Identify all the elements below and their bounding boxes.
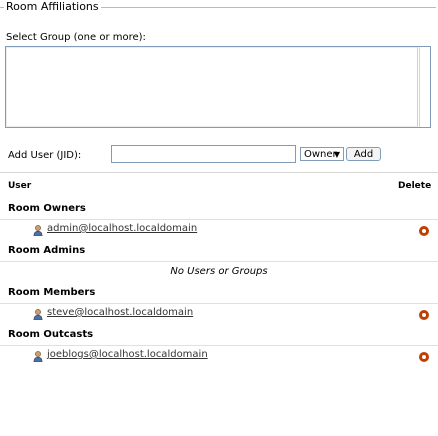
delete-icon[interactable]	[419, 310, 429, 320]
add-user-label: Add User (JID):	[8, 150, 82, 161]
group-list-scrollbar[interactable]	[419, 47, 430, 127]
group-list-area[interactable]	[6, 47, 418, 127]
section-title-admins: Room Admins	[8, 245, 86, 256]
divider	[0, 172, 438, 173]
role-select[interactable]: Owner ▼	[300, 147, 344, 161]
panel-legend: Room Affiliations	[4, 0, 101, 13]
person-icon	[33, 309, 43, 320]
delete-icon[interactable]	[419, 352, 429, 362]
select-group-label: Select Group (one or more):	[6, 32, 146, 43]
jid-input[interactable]	[111, 145, 296, 163]
section-title-outcasts: Room Outcasts	[8, 329, 94, 340]
row-divider	[0, 219, 438, 220]
person-icon	[33, 351, 43, 362]
person-icon	[33, 225, 43, 236]
column-header-user: User	[8, 181, 32, 191]
add-button[interactable]: Add	[346, 147, 381, 161]
section-title-members: Room Members	[8, 287, 96, 298]
role-select-value: Owner	[304, 149, 337, 160]
group-select-list[interactable]	[5, 46, 431, 128]
row-divider	[0, 261, 438, 262]
delete-icon[interactable]	[419, 226, 429, 236]
admins-empty-message: No Users or Groups	[170, 266, 268, 277]
column-header-delete: Delete	[398, 181, 432, 191]
user-link-owner[interactable]: admin@localhost.localdomain	[47, 223, 197, 234]
chevron-down-icon: ▼	[333, 150, 340, 159]
user-link-outcast[interactable]: joeblogs@localhost.localdomain	[47, 349, 208, 360]
row-divider	[0, 303, 438, 304]
user-link-member[interactable]: steve@localhost.localdomain	[47, 307, 193, 318]
row-divider	[0, 345, 438, 346]
section-title-owners: Room Owners	[8, 203, 86, 214]
